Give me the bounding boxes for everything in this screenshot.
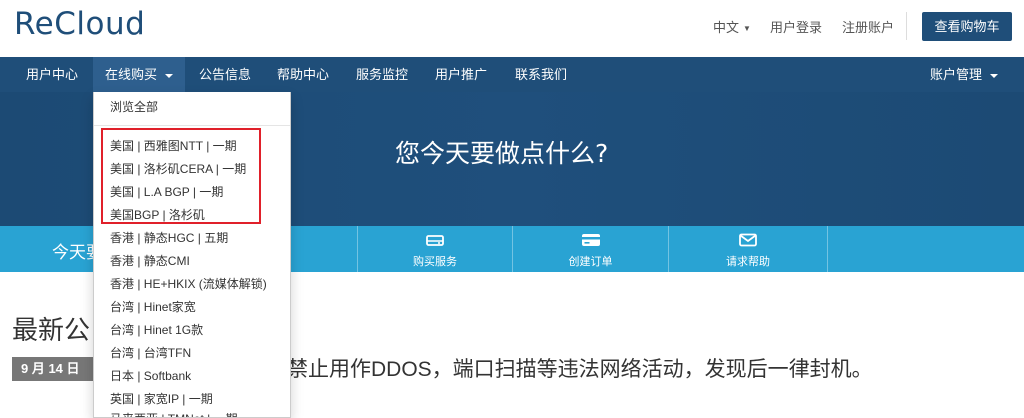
caret-down-icon [990, 73, 999, 78]
action-label: 请求帮助 [726, 256, 770, 268]
nav-item-user-promotion[interactable]: 用户推广 [423, 57, 499, 92]
site-logo[interactable]: ReCloud [14, 6, 145, 42]
caret-down-icon: ▼ [743, 24, 751, 34]
dropdown-item[interactable]: 台湾 | 台湾TFN [110, 344, 191, 361]
nav-item-announcements[interactable]: 公告信息 [187, 57, 263, 92]
nav-item-account-management[interactable]: 账户管理 [918, 57, 1010, 92]
credit-card-icon [581, 232, 601, 253]
request-help-action[interactable]: 请求帮助 [668, 226, 828, 272]
nav-item-help-center[interactable]: 帮助中心 [265, 57, 341, 92]
dropdown-item[interactable]: 台湾 | Hinet 1G款 [110, 321, 203, 338]
top-header: ReCloud 中文 ▼ 用户登录 注册账户 查看购物车 [0, 0, 1024, 56]
nav-item-label: 账户管理 [930, 67, 983, 82]
dropdown-item[interactable]: 台湾 | Hinet家宽 [110, 298, 196, 315]
nav-item-label: 在线购买 [105, 67, 158, 82]
dropdown-item-browse-all[interactable]: 浏览全部 [110, 98, 158, 115]
language-switcher[interactable]: 中文 ▼ [713, 17, 751, 36]
dropdown-item[interactable]: 日本 | Softbank [110, 367, 191, 384]
hero-title: 您今天要做点什么? [395, 139, 609, 168]
nav-item-online-purchase[interactable]: 在线购买 [93, 57, 186, 92]
register-link[interactable]: 注册账户 [842, 17, 894, 36]
news-heading: 最新公 [12, 316, 91, 346]
dropdown-item[interactable]: 马来西亚 | TMNet | 一期 [110, 410, 238, 417]
action-label: 购买服务 [413, 256, 457, 268]
dropdown-item[interactable]: 香港 | 静态HGC | 五期 [110, 229, 228, 246]
view-cart-button[interactable]: 查看购物车 [922, 12, 1012, 41]
server-icon [425, 232, 445, 253]
highlight-annotation-box [101, 128, 261, 224]
dropdown-divider [94, 125, 290, 126]
login-link[interactable]: 用户登录 [770, 17, 822, 36]
nav-item-service-monitor[interactable]: 服务监控 [344, 57, 420, 92]
nav-item-contact-us[interactable]: 联系我们 [503, 57, 579, 92]
create-order-action[interactable]: 创建订单 [512, 226, 668, 272]
dropdown-item[interactable]: 香港 | HE+HKIX (流媒体解锁) [110, 275, 267, 292]
date-badge: 9 月 14 日 [12, 357, 100, 381]
main-nav: 用户中心 在线购买 公告信息 帮助中心 服务监控 用户推广 联系我们 账户管理 [0, 57, 1024, 92]
language-label: 中文 [713, 20, 740, 35]
news-text[interactable]: 禁止用作DDOS，端口扫描等违法网络活动，发现后一律封机。 [287, 353, 873, 383]
caret-down-icon [165, 73, 174, 78]
dropdown-item[interactable]: 英国 | 家宽IP | 一期 [110, 390, 213, 407]
action-label: 创建订单 [568, 256, 613, 268]
buy-service-action[interactable]: 购买服务 [357, 226, 512, 272]
nav-item-user-center[interactable]: 用户中心 [14, 57, 90, 92]
envelope-icon [738, 232, 758, 253]
dropdown-item[interactable]: 香港 | 静态CMI [110, 252, 190, 269]
header-divider [906, 12, 907, 40]
